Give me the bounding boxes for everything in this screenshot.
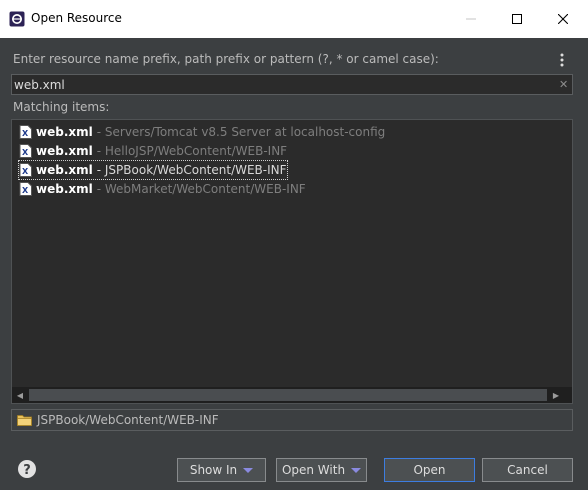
file-name: web.xml (36, 125, 93, 139)
window-title: Open Resource (31, 11, 122, 25)
status-path: JSPBook/WebContent/WEB-INF (37, 413, 219, 427)
file-name: web.xml (36, 182, 93, 196)
scrollbar-thumb[interactable] (29, 389, 547, 401)
dropdown-arrow-icon (351, 467, 362, 473)
show-in-button[interactable]: Show In (177, 458, 266, 482)
close-icon (558, 14, 568, 24)
file-path: - JSPBook/WebContent/WEB-INF (96, 163, 287, 177)
file-name: web.xml (36, 144, 93, 158)
open-button[interactable]: Open (384, 458, 475, 482)
xml-file-icon: X (19, 182, 32, 196)
xml-file-icon: X (19, 125, 32, 139)
svg-text:?: ? (23, 463, 31, 478)
xml-file-icon: X (19, 144, 32, 158)
svg-text:X: X (22, 129, 29, 138)
list-item[interactable]: X web.xml - HelloJSP/WebContent/WEB-INF (19, 142, 287, 160)
selected-path-status: JSPBook/WebContent/WEB-INF (11, 409, 573, 431)
cancel-label: Cancel (507, 463, 548, 477)
maximize-icon (512, 14, 522, 24)
open-label: Open (413, 463, 446, 477)
prompt-label: Enter resource name prefix, path prefix … (13, 52, 439, 66)
xml-file-icon: X (19, 163, 32, 177)
cancel-button[interactable]: Cancel (482, 458, 573, 482)
clear-search-icon[interactable]: ✕ (559, 78, 568, 91)
title-bar: Open Resource (0, 0, 588, 38)
minimize-button[interactable] (448, 0, 494, 38)
svg-text:X: X (22, 148, 29, 157)
search-field[interactable]: ✕ (11, 74, 573, 95)
matching-items-label: Matching items: (13, 100, 110, 114)
horizontal-scrollbar[interactable]: ◀ ▶ (12, 387, 572, 403)
svg-text:X: X (22, 167, 29, 176)
list-item[interactable]: X web.xml - WebMarket/WebContent/WEB-INF (19, 180, 306, 198)
folder-icon (17, 415, 32, 426)
show-in-label: Show In (189, 463, 238, 477)
maximize-button[interactable] (494, 0, 540, 38)
search-input[interactable] (14, 76, 554, 93)
svg-text:X: X (22, 186, 29, 195)
scroll-right-icon[interactable]: ▶ (548, 387, 564, 403)
help-icon[interactable]: ? (17, 459, 37, 479)
file-path: - WebMarket/WebContent/WEB-INF (96, 182, 306, 196)
open-with-button[interactable]: Open With (276, 458, 367, 482)
minimize-icon (466, 18, 476, 20)
view-menu-icon[interactable] (555, 52, 569, 68)
list-item-selected[interactable]: X web.xml - JSPBook/WebContent/WEB-INF (18, 160, 288, 180)
dropdown-arrow-icon (243, 467, 254, 473)
file-name: web.xml (36, 163, 93, 177)
close-button[interactable] (540, 0, 586, 38)
matching-items-list[interactable]: X web.xml - Servers/Tomcat v8.5 Server a… (11, 119, 573, 404)
file-path: - Servers/Tomcat v8.5 Server at localhos… (96, 125, 386, 139)
file-path: - HelloJSP/WebContent/WEB-INF (96, 144, 288, 158)
eclipse-icon (9, 11, 25, 27)
scroll-left-icon[interactable]: ◀ (12, 387, 28, 403)
open-with-label: Open With (281, 463, 346, 477)
list-item[interactable]: X web.xml - Servers/Tomcat v8.5 Server a… (19, 123, 385, 141)
